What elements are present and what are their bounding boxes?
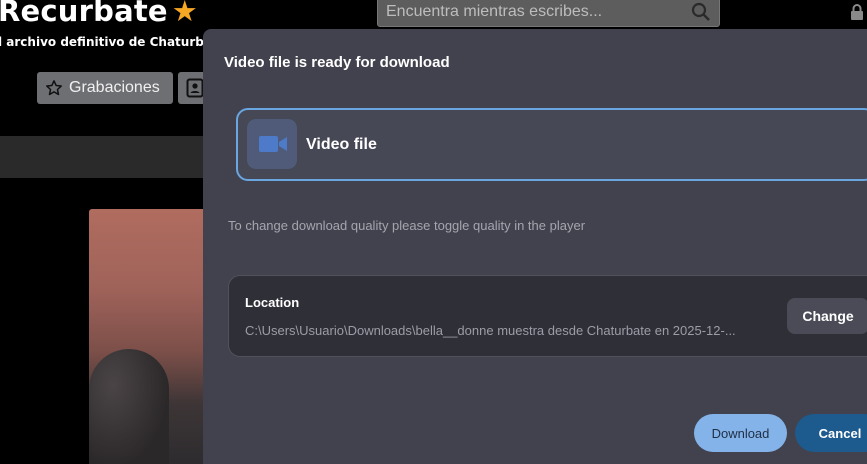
recordings-button-label: Grabaciones xyxy=(69,79,160,96)
video-file-icon-box xyxy=(247,119,297,169)
location-title: Location xyxy=(245,295,300,310)
quality-hint: To change download quality please toggle… xyxy=(228,218,586,233)
download-button[interactable]: Download xyxy=(694,414,787,452)
site-tagline: l archivo definitivo de Chaturba xyxy=(0,35,212,49)
contact-card-icon xyxy=(186,78,204,98)
download-dialog: Video file is ready for download Video f… xyxy=(203,29,867,464)
video-camera-icon xyxy=(259,136,287,152)
video-file-option[interactable]: Video file xyxy=(236,108,867,181)
logo-star-icon: ★ xyxy=(171,0,198,28)
site-logo[interactable]: Recurbate ★ xyxy=(0,0,198,28)
dialog-title: Video file is ready for download xyxy=(224,54,450,71)
recordings-button[interactable]: Grabaciones xyxy=(37,72,173,104)
lock-icon[interactable] xyxy=(850,4,864,20)
location-card: Location C:\Users\Usuario\Downloads\bell… xyxy=(228,275,867,357)
location-path: C:\Users\Usuario\Downloads\bella__donne … xyxy=(245,323,736,338)
cancel-button[interactable]: Cancel xyxy=(795,414,867,452)
video-preview[interactable] xyxy=(89,209,219,464)
video-preview-shadow xyxy=(89,349,169,464)
search-input[interactable] xyxy=(386,1,676,23)
search-icon[interactable] xyxy=(691,2,711,22)
video-file-label: Video file xyxy=(306,136,377,153)
star-outline-icon xyxy=(46,80,62,96)
search-box xyxy=(377,0,720,27)
change-location-button[interactable]: Change xyxy=(787,298,867,334)
